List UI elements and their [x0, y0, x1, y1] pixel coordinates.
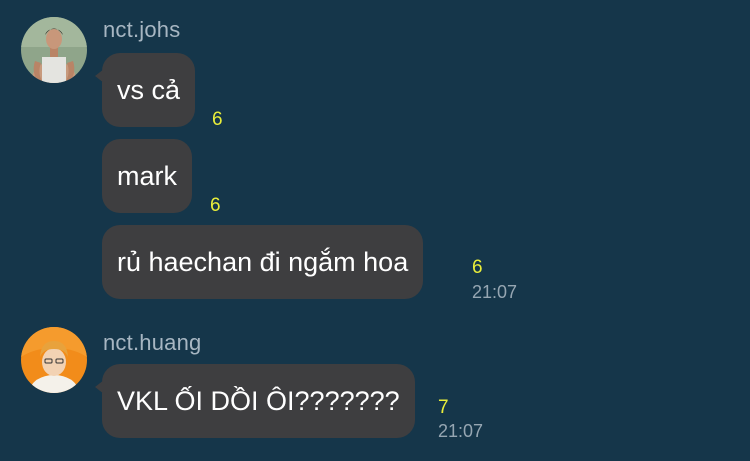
seen-count: 6: [212, 109, 223, 130]
message-text: rủ haechan đi ngắm hoa: [117, 247, 409, 277]
avatar-nct-huang[interactable]: [21, 327, 87, 393]
message-text: VKL ỐI DỒI ÔI???????: [117, 386, 400, 416]
message-bubble[interactable]: VKL ỐI DỒI ÔI???????: [95, 364, 415, 438]
message-text: vs cả: [117, 75, 181, 105]
message-text: mark: [117, 161, 177, 191]
user-avatar-icon: [21, 327, 87, 393]
seen-count: 6: [472, 257, 483, 278]
message-bubble[interactable]: mark: [102, 139, 192, 213]
seen-count: 7: [438, 397, 449, 418]
sender-name[interactable]: nct.huang: [103, 330, 201, 356]
user-avatar-icon: [21, 17, 87, 83]
avatar-nct-johs[interactable]: [21, 17, 87, 83]
message-timestamp: 21:07: [472, 282, 518, 302]
seen-count: 6: [210, 195, 221, 216]
message-bubble[interactable]: vs cả: [94, 53, 196, 127]
message-timestamp: 21:07: [438, 421, 484, 441]
message-bubble[interactable]: rủ haechan đi ngắm hoa: [102, 225, 424, 299]
sender-name[interactable]: nct.johs: [103, 17, 180, 43]
